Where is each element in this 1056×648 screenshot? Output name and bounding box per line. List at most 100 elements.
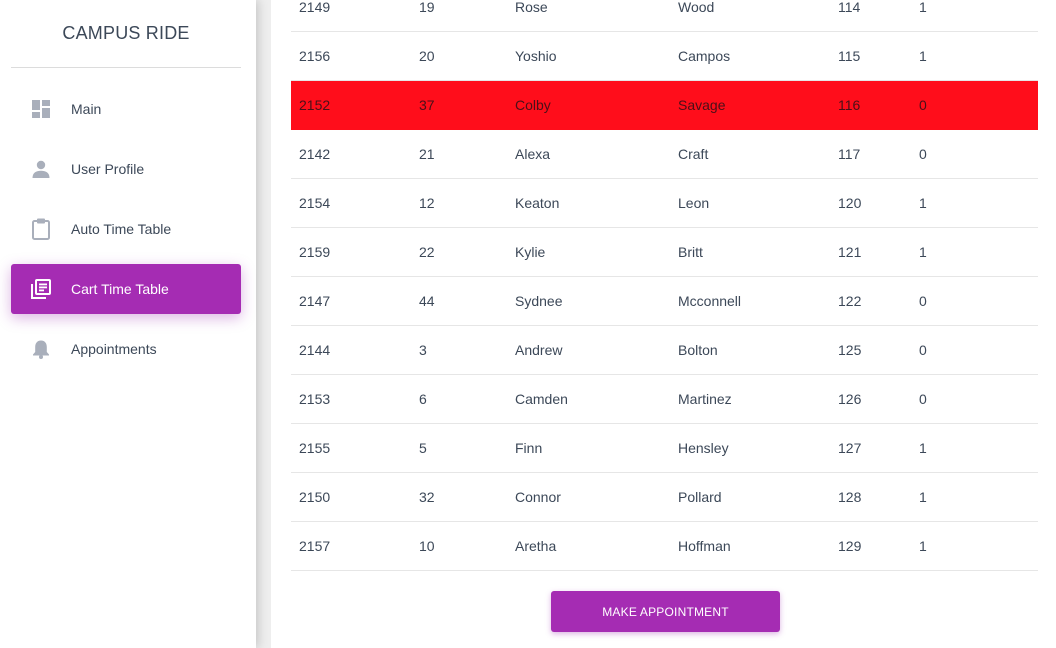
status-cell: 0 bbox=[919, 342, 927, 358]
sidebar-item-label: User Profile bbox=[71, 161, 145, 177]
main-content: 2149 19 Rose Wood 114 1 2156 20 Yoshio Campos 115 1… bbox=[271, 0, 1056, 648]
bell-icon bbox=[31, 338, 51, 360]
number-cell: 20 bbox=[419, 48, 435, 64]
number-cell: 44 bbox=[419, 293, 435, 309]
sidebar-item-appointments[interactable]: Appointments bbox=[11, 324, 241, 374]
status-cell: 1 bbox=[919, 440, 927, 456]
last-name-cell: Bolton bbox=[678, 342, 718, 358]
number-cell: 19 bbox=[419, 0, 435, 15]
last-name-cell: Martinez bbox=[678, 391, 732, 407]
brand-title[interactable]: CAMPUS RIDE bbox=[11, 0, 241, 68]
status-cell: 0 bbox=[919, 97, 927, 113]
first-name-cell: Aretha bbox=[515, 538, 557, 554]
number-cell: 5 bbox=[419, 440, 427, 456]
status-cell: 1 bbox=[919, 0, 927, 15]
table-row[interactable]: 2157 10 Aretha Hoffman 129 1 bbox=[291, 522, 1038, 571]
dashboard-icon bbox=[31, 98, 51, 120]
id-cell: 2144 bbox=[299, 342, 331, 358]
first-name-cell: Connor bbox=[515, 489, 561, 505]
status-cell: 1 bbox=[919, 538, 927, 554]
code-cell: 125 bbox=[838, 342, 862, 358]
person-icon bbox=[31, 158, 51, 180]
sidebar-item-label: Cart Time Table bbox=[71, 281, 169, 297]
make-appointment-button[interactable]: MAKE APPOINTMENT bbox=[551, 591, 780, 632]
last-name-cell: Hensley bbox=[678, 440, 729, 456]
sidebar-item-label: Appointments bbox=[71, 341, 157, 357]
id-cell: 2159 bbox=[299, 244, 331, 260]
code-cell: 117 bbox=[838, 146, 861, 162]
id-cell: 2154 bbox=[299, 195, 331, 211]
status-cell: 1 bbox=[919, 195, 927, 211]
id-cell: 2149 bbox=[299, 0, 331, 15]
number-cell: 12 bbox=[419, 195, 435, 211]
first-name-cell: Rose bbox=[515, 0, 548, 15]
last-name-cell: Wood bbox=[678, 0, 715, 15]
number-cell: 37 bbox=[419, 97, 435, 113]
number-cell: 32 bbox=[419, 489, 435, 505]
status-cell: 0 bbox=[919, 391, 927, 407]
status-cell: 1 bbox=[919, 489, 927, 505]
last-name-cell: Britt bbox=[678, 244, 703, 260]
cart-timetable-table: 2149 19 Rose Wood 114 1 2156 20 Yoshio Campos 115 1… bbox=[291, 0, 1038, 571]
code-cell: 116 bbox=[838, 97, 861, 113]
table-row[interactable]: 2150 32 Connor Pollard 128 1 bbox=[291, 473, 1038, 522]
code-cell: 129 bbox=[838, 538, 862, 554]
sidebar: CAMPUS RIDE Main User Profile Auto Time … bbox=[0, 0, 256, 648]
first-name-cell: Andrew bbox=[515, 342, 563, 358]
number-cell: 21 bbox=[419, 146, 435, 162]
code-cell: 121 bbox=[838, 244, 862, 260]
code-cell: 114 bbox=[838, 0, 861, 15]
table-row[interactable]: 2156 20 Yoshio Campos 115 1 bbox=[291, 32, 1038, 81]
first-name-cell: Kylie bbox=[515, 244, 546, 260]
table-row[interactable]: 2149 19 Rose Wood 114 1 bbox=[291, 0, 1038, 32]
number-cell: 10 bbox=[419, 538, 435, 554]
first-name-cell: Keaton bbox=[515, 195, 560, 211]
sidebar-nav: Main User Profile Auto Time Table Cart T… bbox=[0, 84, 256, 374]
table-row[interactable]: 2153 6 Camden Martinez 126 0 bbox=[291, 375, 1038, 424]
last-name-cell: Leon bbox=[678, 195, 710, 211]
id-cell: 2157 bbox=[299, 538, 331, 554]
first-name-cell: Colby bbox=[515, 97, 551, 113]
sidebar-item-user-profile[interactable]: User Profile bbox=[11, 144, 241, 194]
id-cell: 2153 bbox=[299, 391, 331, 407]
code-cell: 115 bbox=[838, 48, 861, 64]
last-name-cell: Campos bbox=[678, 48, 731, 64]
sidebar-item-auto-time-table[interactable]: Auto Time Table bbox=[11, 204, 241, 254]
status-cell: 0 bbox=[919, 293, 927, 309]
first-name-cell: Sydnee bbox=[515, 293, 563, 309]
table-row[interactable]: 2144 3 Andrew Bolton 125 0 bbox=[291, 326, 1038, 375]
status-cell: 1 bbox=[919, 244, 927, 260]
last-name-cell: Hoffman bbox=[678, 538, 731, 554]
sidebar-item-main[interactable]: Main bbox=[11, 84, 241, 134]
first-name-cell: Yoshio bbox=[515, 48, 557, 64]
first-name-cell: Finn bbox=[515, 440, 543, 456]
id-cell: 2152 bbox=[299, 97, 331, 113]
code-cell: 120 bbox=[838, 195, 862, 211]
sidebar-item-label: Auto Time Table bbox=[71, 221, 172, 237]
library-books-icon bbox=[31, 278, 51, 300]
status-cell: 0 bbox=[919, 146, 927, 162]
table-row-highlighted[interactable]: 2152 37 Colby Savage 116 0 bbox=[291, 81, 1038, 130]
last-name-cell: Craft bbox=[678, 146, 709, 162]
code-cell: 122 bbox=[838, 293, 862, 309]
last-name-cell: Mcconnell bbox=[678, 293, 742, 309]
table-row[interactable]: 2159 22 Kylie Britt 121 1 bbox=[291, 228, 1038, 277]
last-name-cell: Savage bbox=[678, 97, 726, 113]
table-row[interactable]: 2154 12 Keaton Leon 120 1 bbox=[291, 179, 1038, 228]
number-cell: 3 bbox=[419, 342, 427, 358]
id-cell: 2142 bbox=[299, 146, 331, 162]
table-row[interactable]: 2147 44 Sydnee Mcconnell 122 0 bbox=[291, 277, 1038, 326]
table-row[interactable]: 2155 5 Finn Hensley 127 1 bbox=[291, 424, 1038, 473]
number-cell: 22 bbox=[419, 244, 435, 260]
last-name-cell: Pollard bbox=[678, 489, 722, 505]
id-cell: 2150 bbox=[299, 489, 331, 505]
status-cell: 1 bbox=[919, 48, 927, 64]
code-cell: 127 bbox=[838, 440, 862, 456]
clipboard-icon bbox=[31, 218, 51, 240]
sidebar-item-cart-time-table[interactable]: Cart Time Table bbox=[11, 264, 241, 314]
code-cell: 126 bbox=[838, 391, 862, 407]
table-row[interactable]: 2142 21 Alexa Craft 117 0 bbox=[291, 130, 1038, 179]
first-name-cell: Camden bbox=[515, 391, 568, 407]
sidebar-item-label: Main bbox=[71, 101, 102, 117]
code-cell: 128 bbox=[838, 489, 862, 505]
